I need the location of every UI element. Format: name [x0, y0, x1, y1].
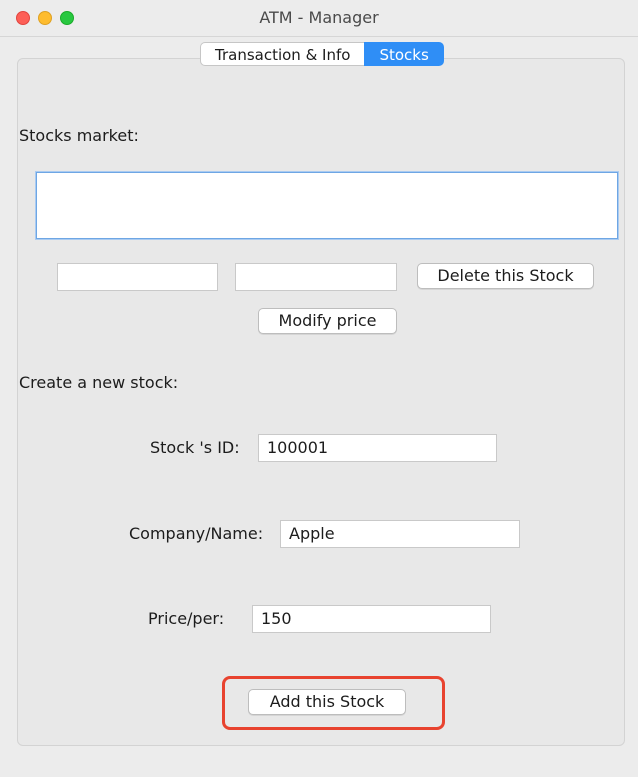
- title-bar: ATM - Manager: [0, 0, 638, 37]
- stocks-market-list[interactable]: [36, 172, 618, 239]
- create-stock-heading: Create a new stock:: [19, 373, 179, 392]
- price-per-label: Price/per:: [148, 609, 225, 628]
- stock-id-select-field[interactable]: [57, 263, 218, 291]
- modify-price-button[interactable]: Modify price: [258, 308, 397, 334]
- tab-bar: Transaction & Info Stocks: [200, 42, 444, 66]
- app-window: ATM - Manager Transaction & Info Stocks …: [0, 0, 638, 777]
- new-price-field[interactable]: [235, 263, 397, 291]
- tab-transaction-info[interactable]: Transaction & Info: [200, 42, 365, 66]
- stocks-tab-panel: [17, 58, 625, 746]
- tab-stocks[interactable]: Stocks: [364, 42, 444, 66]
- add-stock-button[interactable]: Add this Stock: [248, 689, 406, 715]
- stock-id-label: Stock 's ID:: [150, 438, 240, 457]
- delete-stock-button[interactable]: Delete this Stock: [417, 263, 594, 289]
- stock-id-input[interactable]: 100001: [258, 434, 497, 462]
- stocks-market-heading: Stocks market:: [19, 126, 139, 145]
- price-per-input[interactable]: 150: [252, 605, 491, 633]
- company-name-input[interactable]: Apple: [280, 520, 520, 548]
- company-name-label: Company/Name:: [129, 524, 264, 543]
- window-title: ATM - Manager: [259, 8, 379, 27]
